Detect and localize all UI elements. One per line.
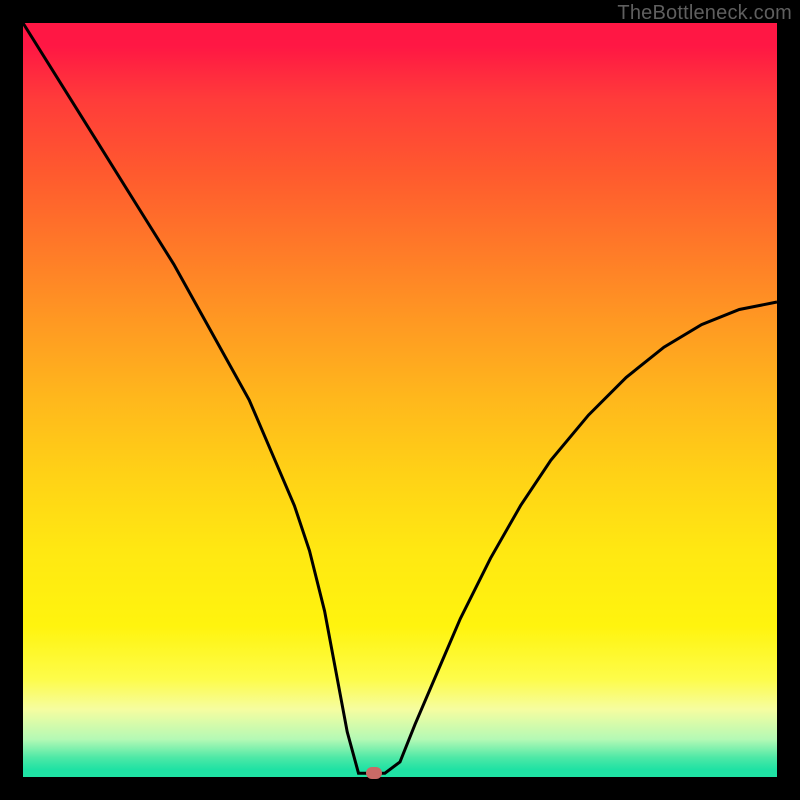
optimal-point-marker	[366, 767, 382, 779]
bottleneck-curve	[23, 23, 777, 777]
chart-plot-area	[23, 23, 777, 777]
watermark-text: TheBottleneck.com	[617, 2, 792, 25]
chart-frame: TheBottleneck.com	[0, 0, 800, 800]
